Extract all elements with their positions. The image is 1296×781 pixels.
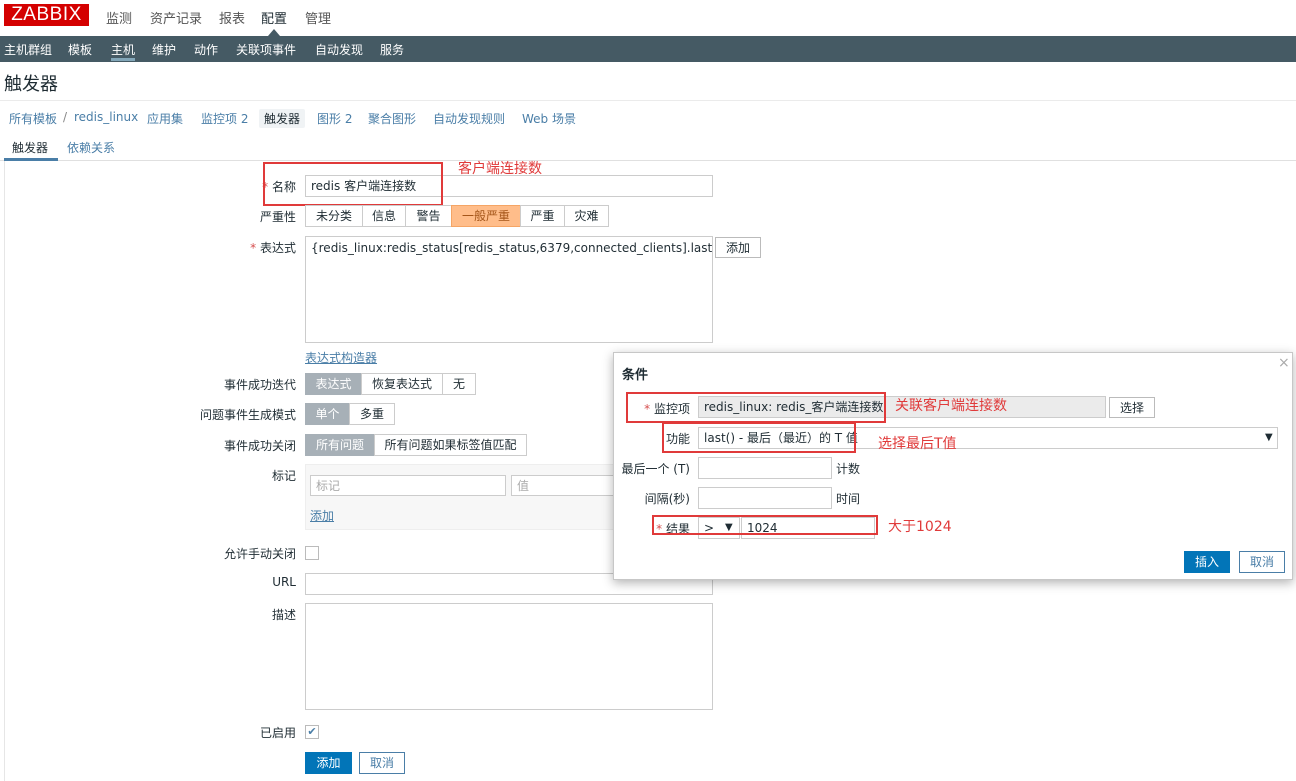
top-menu-administration[interactable]: 管理 [305, 8, 331, 27]
ok-event-none[interactable]: 无 [442, 373, 476, 395]
severity-not-classified[interactable]: 未分类 [305, 205, 363, 227]
subnav-active-indicator [111, 58, 135, 61]
tab-trigger[interactable]: 触发器 [12, 139, 48, 156]
breadcrumb-screens[interactable]: 聚合图形 [368, 110, 416, 127]
severity-high[interactable]: 严重 [520, 205, 565, 227]
ok-event-generation-label: 事件成功迭代 [223, 378, 296, 392]
breadcrumb-separator: / [63, 110, 68, 124]
tags-container [305, 464, 615, 530]
dialog-interval-unit: 时间 [836, 492, 861, 506]
dialog-interval-label: 间隔(秒) [644, 492, 690, 506]
top-menu-reports[interactable]: 报表 [219, 8, 245, 27]
problem-mode-single[interactable]: 单个 [305, 403, 350, 425]
dialog-last-of-input[interactable] [698, 457, 832, 479]
subnav-templates[interactable]: 模板 [68, 41, 92, 58]
top-menu-inventory[interactable]: 资产记录 [150, 8, 202, 27]
ok-event-recovery-expression[interactable]: 恢复表达式 [361, 373, 443, 395]
tags-label: 标记 [271, 469, 296, 483]
dialog-last-of-unit: 计数 [836, 462, 861, 476]
annotation-function-note: 选择最后T值 [878, 436, 957, 452]
tag-name-input[interactable]: 标记 [310, 475, 506, 496]
breadcrumb-applications[interactable]: 应用集 [147, 110, 183, 127]
manual-close-label: 允许手动关闭 [223, 547, 296, 561]
ok-event-expression[interactable]: 表达式 [305, 373, 362, 395]
annotation-box-item [626, 392, 886, 423]
dialog-insert-button[interactable]: 插入 [1184, 551, 1230, 573]
form-cancel-button[interactable]: 取消 [359, 752, 405, 774]
annotation-result-note: 大于1024 [888, 519, 952, 535]
close-icon[interactable]: × [1278, 355, 1290, 371]
subnav-discovery[interactable]: 自动发现 [315, 41, 363, 58]
page-title: 触发器 [4, 74, 58, 95]
subnav-actions[interactable]: 动作 [194, 41, 218, 58]
annotation-name-note: 客户端连接数 [458, 161, 542, 177]
subnav-services[interactable]: 服务 [380, 41, 404, 58]
expression-textarea[interactable]: {redis_linux:redis_status[redis_status,6… [305, 236, 713, 343]
tab-dependencies[interactable]: 依赖关系 [67, 139, 115, 156]
manual-close-checkbox[interactable] [305, 546, 319, 560]
expression-builder-link[interactable]: 表达式构造器 [305, 349, 377, 366]
annotation-box-name [263, 162, 443, 206]
title-divider [0, 100, 1296, 101]
problem-event-mode-label: 问题事件生成模式 [199, 408, 296, 422]
severity-label: 严重性 [259, 210, 296, 224]
enabled-label: 已启用 [259, 726, 296, 740]
subnav-hosts[interactable]: 主机 [111, 41, 135, 58]
closes-tag-match[interactable]: 所有问题如果标签值匹配 [374, 434, 527, 456]
subnav-host-groups[interactable]: 主机群组 [4, 41, 52, 58]
annotation-item-note: 关联客户端连接数 [895, 398, 1007, 414]
expression-add-button[interactable]: 添加 [715, 237, 761, 258]
chevron-down-icon: ▼ [1265, 432, 1273, 443]
breadcrumb-all-templates[interactable]: 所有模板 [9, 110, 57, 127]
condition-dialog: 条件 × * 监控项 redis_linux: redis_客户端连接数 选择 … [613, 352, 1293, 580]
annotation-box-function [662, 422, 856, 453]
dialog-last-of-label: 最后一个 (T) [621, 462, 690, 476]
subnav-event-correlation[interactable]: 关联项事件 [236, 41, 296, 58]
url-label: URL [272, 575, 296, 589]
tag-add-link[interactable]: 添加 [310, 507, 334, 524]
breadcrumb-template[interactable]: redis_linux [74, 110, 138, 124]
severity-average[interactable]: 一般严重 [451, 205, 521, 227]
expression-label: * 表达式 [250, 241, 296, 255]
active-menu-caret [268, 29, 280, 36]
top-menu-configuration[interactable]: 配置 [261, 8, 287, 27]
dialog-interval-input[interactable] [698, 487, 832, 509]
breadcrumb-web-scenarios[interactable]: Web 场景 [522, 110, 576, 127]
closes-all-problems[interactable]: 所有问题 [305, 434, 375, 456]
annotation-box-result [652, 515, 878, 535]
top-menu-monitoring[interactable]: 监测 [106, 8, 132, 27]
dialog-title: 条件 [622, 368, 649, 383]
zabbix-logo[interactable]: ZABBIX [4, 4, 89, 26]
form-add-button[interactable]: 添加 [305, 752, 352, 774]
severity-warning[interactable]: 警告 [405, 205, 452, 227]
breadcrumb-discovery-rules[interactable]: 自动发现规则 [433, 110, 505, 127]
severity-information[interactable]: 信息 [362, 205, 406, 227]
breadcrumb-graphs[interactable]: 图形 2 [317, 110, 352, 127]
subnav-maintenance[interactable]: 维护 [152, 41, 176, 58]
dialog-cancel-button[interactable]: 取消 [1239, 551, 1285, 573]
ok-event-closes-label: 事件成功关闭 [223, 439, 296, 453]
severity-disaster[interactable]: 灾难 [564, 205, 609, 227]
breadcrumb-triggers[interactable]: 触发器 [259, 109, 306, 128]
description-label: 描述 [271, 608, 296, 622]
dialog-item-select-button[interactable]: 选择 [1109, 397, 1155, 418]
enabled-checkbox[interactable]: ✔ [305, 725, 319, 739]
tag-value-input[interactable]: 值 [511, 475, 614, 496]
breadcrumb-items[interactable]: 监控项 2 [201, 110, 248, 127]
problem-mode-multiple[interactable]: 多重 [349, 403, 395, 425]
description-textarea[interactable] [305, 603, 713, 710]
